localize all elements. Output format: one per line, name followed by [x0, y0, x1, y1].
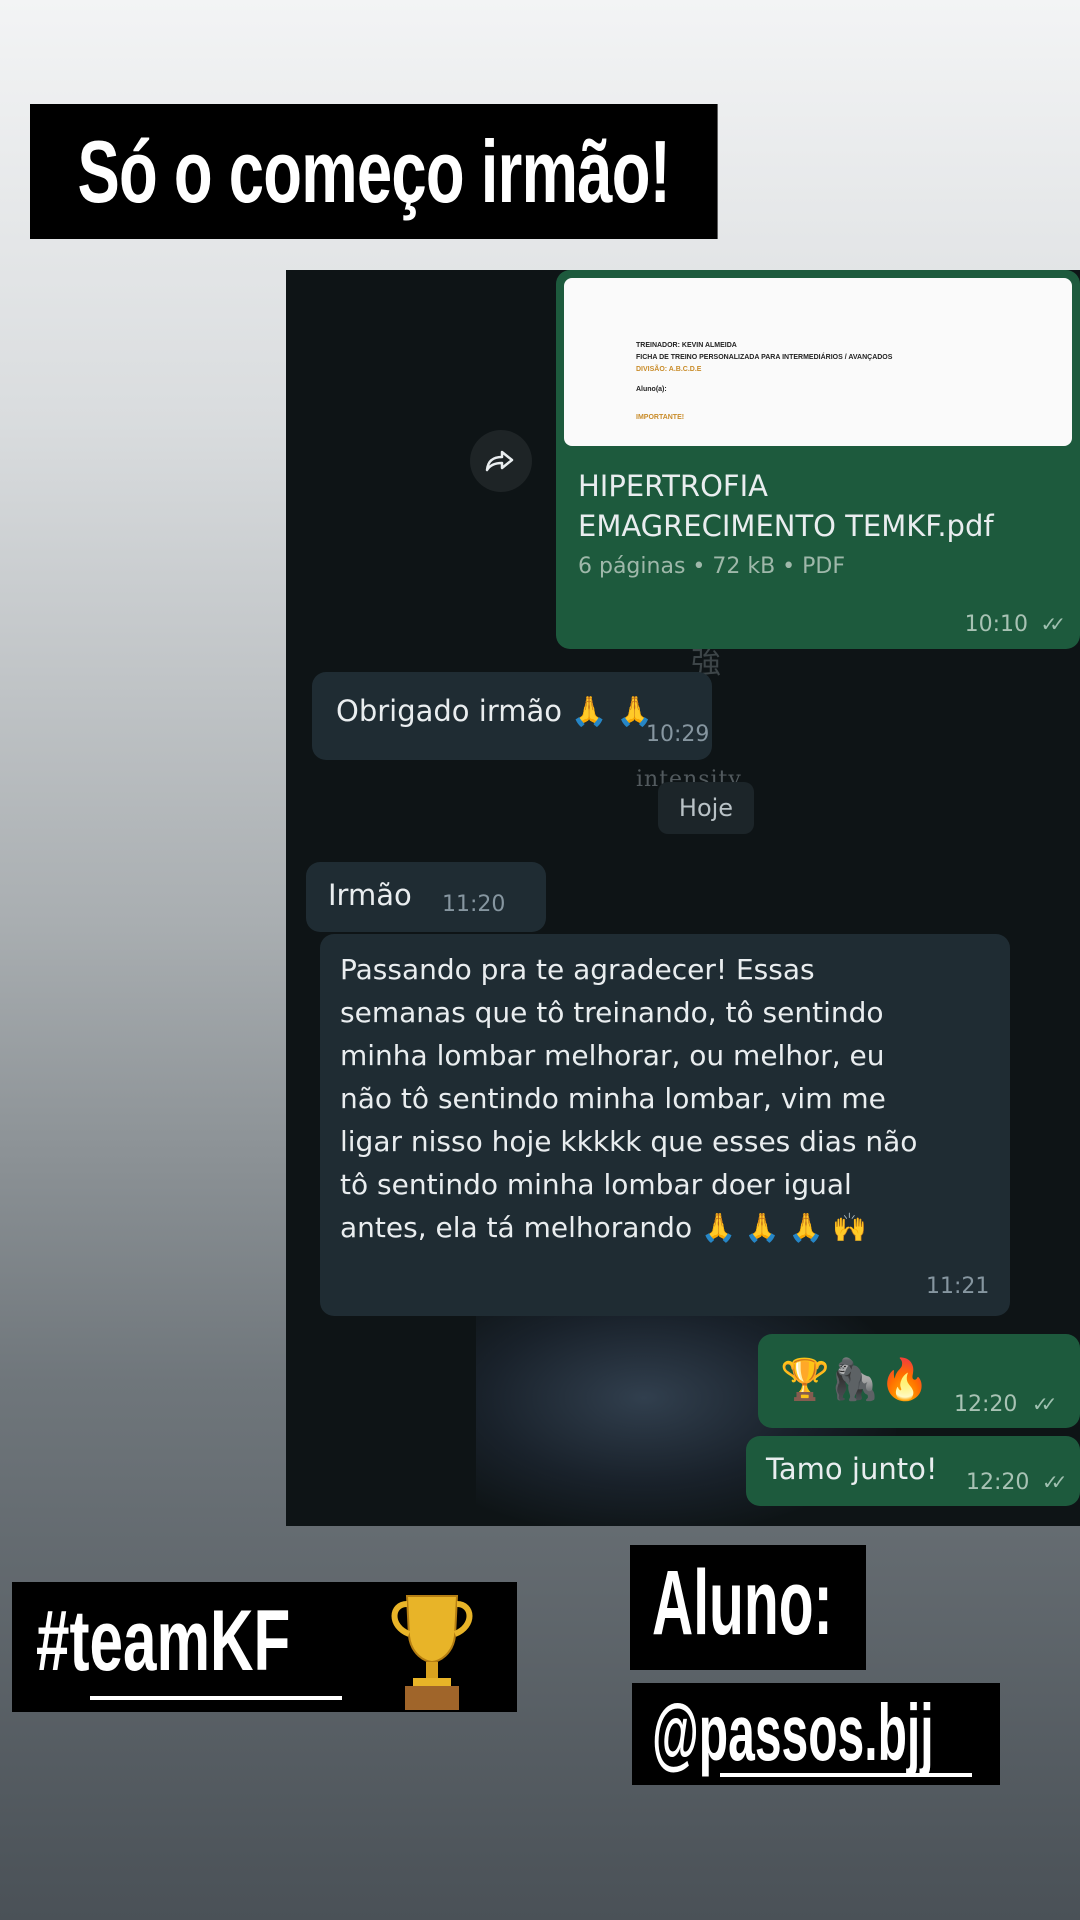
handle-sticker[interactable]: @passos.bjj — [632, 1683, 1000, 1785]
message-text: Passando pra te agradecer! Essas semanas… — [340, 953, 918, 1244]
incoming-message[interactable]: Obrigado irmão 🙏 🙏 10:29 — [312, 672, 712, 760]
chat-screenshot: 強 intensity. TREINADOR: KEVIN ALMEIDA FI… — [286, 270, 1080, 1526]
date-separator: Hoje — [658, 782, 754, 834]
message-time: 12:20 — [954, 1392, 1018, 1417]
message-time: 11:21 — [926, 1274, 990, 1299]
hashtag-underline — [90, 1696, 342, 1700]
preview-line: DIVISÃO: A.B.C.D.E — [636, 366, 702, 373]
forward-arrow-icon[interactable] — [470, 430, 532, 492]
document-message[interactable]: TREINADOR: KEVIN ALMEIDA FICHA DE TREINO… — [556, 270, 1080, 649]
document-preview[interactable]: TREINADOR: KEVIN ALMEIDA FICHA DE TREINO… — [564, 278, 1072, 446]
handle-underline — [720, 1773, 972, 1777]
incoming-message[interactable]: Irmão 11:20 — [306, 862, 546, 932]
story-headline: Só o começo irmão! — [30, 104, 718, 239]
outgoing-message[interactable]: 🏆🦍🔥 12:20 ✓✓ — [758, 1334, 1080, 1428]
document-filename[interactable]: HIPERTROFIA EMAGRECIMENTO TEMKF.pdf — [578, 466, 1068, 546]
aluno-label: Aluno: — [652, 1552, 833, 1654]
message-text: Obrigado irmão 🙏 🙏 — [336, 694, 653, 728]
read-ticks-icon: ✓✓ — [1040, 612, 1065, 636]
incoming-message[interactable]: Passando pra te agradecer! Essas semanas… — [320, 934, 1010, 1316]
preview-line: TREINADOR: KEVIN ALMEIDA — [636, 342, 737, 349]
document-filename-text: HIPERTROFIA EMAGRECIMENTO TEMKF.pdf — [578, 469, 994, 543]
message-time: 10:29 — [646, 722, 710, 747]
message-text: Tamo junto! — [766, 1452, 938, 1486]
message-text: 🏆🦍🔥 — [780, 1357, 930, 1403]
hashtag-sticker[interactable]: #teamKF — [12, 1582, 517, 1712]
preview-line: IMPORTANTE! — [636, 414, 685, 421]
preview-line: FICHA DE TREINO PERSONALIZADA PARA INTER… — [636, 354, 893, 361]
message-time: 10:10 — [964, 612, 1028, 637]
message-time: 11:20 — [442, 892, 506, 917]
aluno-label-sticker: Aluno: — [630, 1545, 866, 1670]
user-handle-link[interactable]: @passos.bjj — [652, 1687, 934, 1779]
hashtag-text: #teamKF — [36, 1593, 291, 1689]
read-ticks-icon: ✓✓ — [1042, 1470, 1067, 1494]
preview-line: Aluno(a): — [636, 386, 667, 393]
message-text: Irmão — [328, 878, 412, 912]
message-time: 12:20 — [966, 1470, 1030, 1495]
outgoing-message[interactable]: Tamo junto! 12:20 ✓✓ — [746, 1436, 1080, 1506]
document-meta: 6 páginas • 72 kB • PDF — [578, 554, 846, 579]
trophy-icon — [391, 1595, 473, 1710]
read-ticks-icon: ✓✓ — [1032, 1392, 1057, 1416]
